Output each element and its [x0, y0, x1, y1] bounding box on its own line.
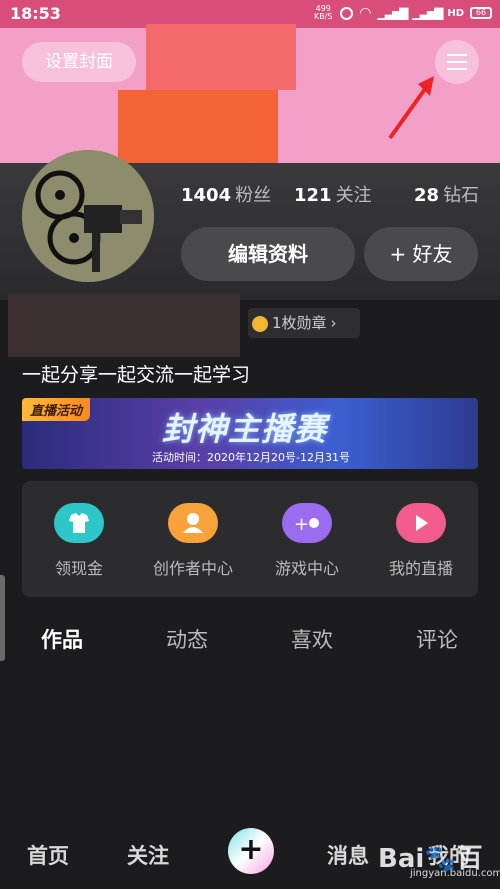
person-icon	[168, 503, 218, 543]
play-icon	[396, 503, 446, 543]
stat-following[interactable]: 121 关注	[294, 181, 372, 207]
signal2-icon: ▁▃▅▇	[412, 6, 443, 20]
username-redacted	[8, 293, 240, 357]
battery-icon: 66	[470, 7, 492, 19]
tab-comments[interactable]: 评论	[416, 624, 458, 654]
shortcut-label: 我的直播	[388, 559, 453, 578]
shortcut-cash[interactable]: 领现金	[22, 503, 136, 579]
signal-icon: ▁▃▅▇	[377, 6, 408, 20]
shortcut-live[interactable]: 我的直播	[364, 503, 478, 579]
shortcut-creator[interactable]: 创作者中心	[136, 503, 250, 579]
create-button[interactable]: +	[228, 828, 274, 874]
status-time: 18:53	[10, 4, 61, 23]
cover-shape	[146, 24, 296, 90]
alarm-icon	[340, 6, 354, 20]
banner-title: 封神主播赛	[162, 410, 328, 448]
cover-shape	[118, 90, 278, 163]
avatar[interactable]	[22, 150, 154, 282]
nav-follow[interactable]: 关注	[127, 840, 169, 870]
banner-date: 活动时间：2020年12月20号-12月31号	[152, 451, 350, 464]
menu-icon-line	[447, 68, 467, 70]
shortcut-label: 游戏中心	[274, 559, 339, 578]
medal-badge[interactable]: 1枚勋章 ›	[248, 308, 360, 338]
medal-icon	[252, 315, 268, 332]
chevron-right-icon: ›	[330, 314, 337, 332]
tab-moments[interactable]: 动态	[166, 624, 208, 654]
shortcut-panel: 领现金 创作者中心 + 游戏中心 我的直播	[22, 481, 478, 597]
stat-diamonds[interactable]: 28 钻石	[414, 181, 479, 207]
shortcut-label: 创作者中心	[152, 559, 233, 578]
nav-messages[interactable]: 消息	[327, 840, 369, 870]
status-icons: 499 KB/S ◠ ▁▃▅▇ ▁▃▅▇ HD 66	[312, 5, 492, 21]
bio-text: 一起分享一起交流一起学习	[22, 364, 251, 386]
shortcut-games[interactable]: + 游戏中心	[250, 503, 364, 579]
hd-icon: HD	[447, 7, 464, 19]
side-handle[interactable]	[0, 575, 5, 661]
menu-icon-line	[447, 61, 467, 63]
net-speed: 499 KB/S	[314, 4, 333, 21]
red-arrow-icon	[388, 76, 434, 140]
gamepad-icon: +	[282, 503, 332, 543]
tab-likes[interactable]: 喜欢	[291, 624, 333, 654]
live-event-banner[interactable]: 直播活动 封神主播赛 活动时间：2020年12月20号-12月31号	[22, 398, 478, 469]
menu-button[interactable]	[435, 40, 479, 84]
projector-icon	[22, 150, 154, 282]
stat-fans[interactable]: 1404 粉丝	[181, 181, 271, 207]
banner-tag: 直播活动	[22, 398, 91, 421]
set-cover-button[interactable]: 设置封面	[22, 42, 136, 82]
svg-text:+: +	[294, 514, 309, 535]
watermark-url: jingyan.baidu.com	[410, 868, 500, 879]
nav-home[interactable]: 首页	[27, 840, 69, 870]
menu-icon	[447, 54, 467, 56]
add-friend-button[interactable]: + 好友	[364, 227, 478, 281]
wifi-icon: ◠	[359, 5, 372, 21]
tab-works[interactable]: 作品	[41, 624, 83, 654]
shortcut-label: 领现金	[54, 559, 103, 578]
shirt-icon	[54, 503, 104, 543]
edit-profile-button[interactable]: 编辑资料	[181, 227, 355, 281]
